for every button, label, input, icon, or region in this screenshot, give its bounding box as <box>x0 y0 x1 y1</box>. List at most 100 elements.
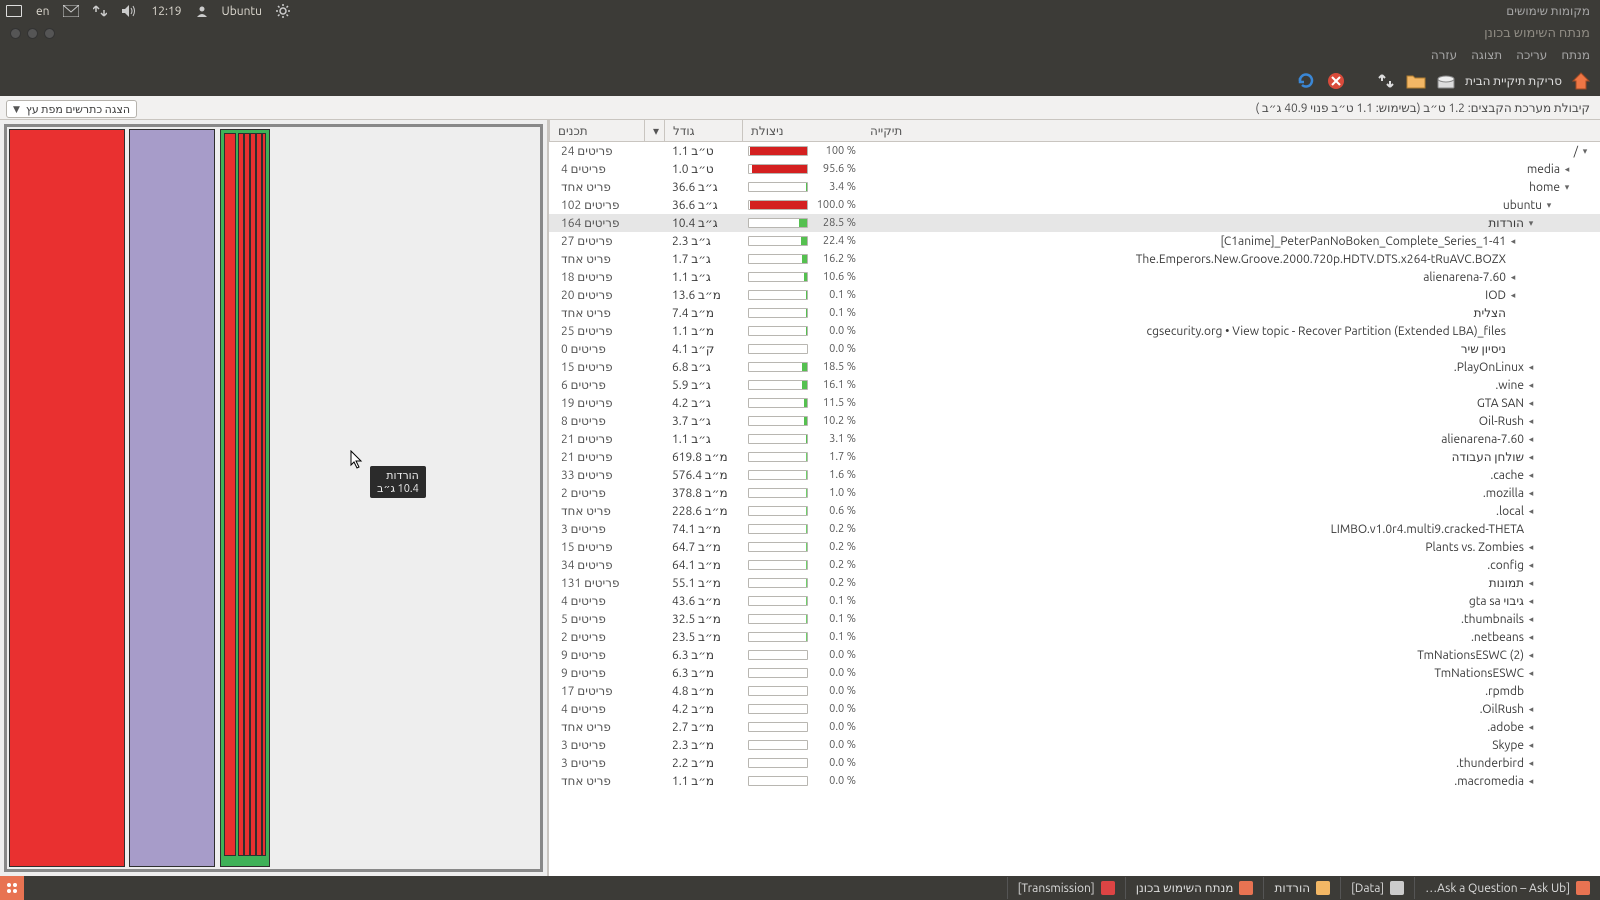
tree-row[interactable]: ◂.thunderbird0.0 %2.2 מ״ב3 פריטים <box>549 754 1600 772</box>
tree-row[interactable]: ◂.config0.2 %64.1 מ״ב34 פריטים <box>549 556 1600 574</box>
tree-row[interactable]: ◂TmNationsESWC0.0 %6.3 מ״ב9 פריטים <box>549 664 1600 682</box>
expand-arrow-icon[interactable]: ▾ <box>1526 218 1536 229</box>
tree-row[interactable]: The.Emperors.New.Groove.2000.720p.HDTV.D… <box>549 250 1600 268</box>
expand-arrow-icon[interactable]: ◂ <box>1526 758 1536 769</box>
tree-row[interactable]: .rpmdb0.0 %4.8 מ״ב17 פריטים <box>549 682 1600 700</box>
expand-arrow-icon[interactable]: ◂ <box>1526 542 1536 553</box>
tree-row[interactable]: ◂.wine16.1 %5.9 ג״ב6 פריטים <box>549 376 1600 394</box>
tree-row[interactable]: ◂Oil-Rush10.2 %3.7 ג״ב8 פריטים <box>549 412 1600 430</box>
tree-row[interactable]: ◂.local0.6 %228.6 מ״בפריט אחד <box>549 502 1600 520</box>
tree-row[interactable]: ◂[C1anime]_PeterPanNoBoken_Complete_Seri… <box>549 232 1600 250</box>
expand-arrow-icon[interactable]: ◂ <box>1526 704 1536 715</box>
gear-icon[interactable] <box>276 4 290 18</box>
expand-arrow-icon[interactable]: ◂ <box>1526 452 1536 463</box>
expand-arrow-icon[interactable]: ◂ <box>1526 488 1536 499</box>
col-util[interactable]: ניצולת <box>742 120 862 141</box>
expand-arrow-icon[interactable]: ◂ <box>1526 362 1536 373</box>
menu-view[interactable]: תצוגה <box>1471 48 1502 62</box>
tree-row[interactable]: ◂.adobe0.0 %2.7 מ״בפריט אחד <box>549 718 1600 736</box>
expand-arrow-icon[interactable]: ◂ <box>1526 560 1536 571</box>
expand-arrow-icon[interactable]: ◂ <box>1526 596 1536 607</box>
expand-arrow-icon[interactable]: ◂ <box>1508 290 1518 301</box>
user-name[interactable]: Ubuntu <box>222 5 263 18</box>
clock[interactable]: 12:19 <box>151 5 181 18</box>
taskbar-tab[interactable]: [Data] <box>1340 877 1414 899</box>
expand-arrow-icon[interactable]: ▾ <box>1580 146 1590 157</box>
treemap-block-media[interactable] <box>9 129 125 867</box>
taskbar-tab[interactable]: [Ask a Question – Ask Ub… <box>1414 877 1600 899</box>
tree-row[interactable]: ◂.netbeans0.1 %23.5 מ״ב2 פריטים <box>549 628 1600 646</box>
treemap-subblock[interactable] <box>224 133 236 856</box>
expand-arrow-icon[interactable]: ▾ <box>1562 182 1572 193</box>
menu-help[interactable]: עזרה <box>1431 48 1457 62</box>
tree-row[interactable]: ◂.thumbnails0.1 %32.5 מ״ב5 פריטים <box>549 610 1600 628</box>
launcher-icon[interactable] <box>0 876 24 900</box>
window-max-icon[interactable] <box>10 28 21 39</box>
keyboard-layout-indicator[interactable]: en <box>36 5 49 18</box>
expand-arrow-icon[interactable]: ◂ <box>1562 164 1572 175</box>
expand-arrow-icon[interactable]: ◂ <box>1508 272 1518 283</box>
refresh-icon[interactable] <box>1295 70 1317 92</box>
tree-row[interactable]: ▾home3.4 %36.6 ג״בפריט אחד <box>549 178 1600 196</box>
expand-arrow-icon[interactable]: ◂ <box>1526 380 1536 391</box>
tree-row[interactable]: ◂gta sa גיבוי0.1 %43.6 מ״ב4 פריטים <box>549 592 1600 610</box>
expand-arrow-icon[interactable]: ◂ <box>1526 398 1536 409</box>
tree-row[interactable]: ◂Plants vs. Zombies0.2 %64.7 מ״ב15 פריטי… <box>549 538 1600 556</box>
taskbar-tab[interactable]: מנתח השימוש בכונן <box>1125 877 1264 899</box>
tree-row[interactable]: ▾ubuntu100.0 %36.6 ג״ב102 פריטים <box>549 196 1600 214</box>
stop-icon[interactable] <box>1325 70 1347 92</box>
tree-row[interactable]: ◂media95.6 %1.0 ט״ב4 פריטים <box>549 160 1600 178</box>
tree-row[interactable]: ◂.macromedia0.0 %1.1 מ״בפריט אחד <box>549 772 1600 790</box>
home-icon[interactable] <box>1570 70 1592 92</box>
expand-arrow-icon[interactable]: ◂ <box>1526 578 1536 589</box>
keyboard-icon[interactable] <box>6 5 22 17</box>
taskbar-tab[interactable]: [Transmission] <box>1007 877 1125 899</box>
user-icon[interactable] <box>196 5 208 17</box>
tree-row[interactable]: cgsecurity.org • View topic - Recover Pa… <box>549 322 1600 340</box>
tree-row[interactable]: ניסיון שיר0.0 %4.1 ק״ב0 פריטים <box>549 340 1600 358</box>
expand-arrow-icon[interactable]: ◂ <box>1526 614 1536 625</box>
col-contents[interactable]: תכנים <box>549 120 644 141</box>
tree-body[interactable]: ▾/100 %1.1 ט״ב24 פריטים◂media95.6 %1.0 ט… <box>549 142 1600 876</box>
tree-row[interactable]: ◂.mozilla1.0 %378.8 מ״ב2 פריטים <box>549 484 1600 502</box>
expand-arrow-icon[interactable]: ◂ <box>1526 740 1536 751</box>
remote-folder-icon[interactable] <box>1375 70 1397 92</box>
tree-row[interactable]: ◂שולחן העבודה1.7 %619.8 מ״ב21 פריטים <box>549 448 1600 466</box>
expand-arrow-icon[interactable]: ◂ <box>1526 434 1536 445</box>
hdd-icon[interactable] <box>1435 70 1457 92</box>
window-min-icon[interactable] <box>27 28 38 39</box>
treemap-block-other[interactable] <box>129 129 215 867</box>
taskbar-tab[interactable]: הורדות <box>1263 877 1340 899</box>
expand-arrow-icon[interactable]: ◂ <box>1508 236 1518 247</box>
folder-icon[interactable] <box>1405 70 1427 92</box>
expand-arrow-icon[interactable]: ◂ <box>1526 416 1536 427</box>
tree-row[interactable]: ◂.PlayOnLinux18.5 %6.8 ג״ב15 פריטים <box>549 358 1600 376</box>
tree-row[interactable]: ◂TmNationsESWC (2)0.0 %6.3 מ״ב9 פריטים <box>549 646 1600 664</box>
expand-arrow-icon[interactable]: ◂ <box>1526 632 1536 643</box>
tree-row[interactable]: ▾הורדות28.5 %10.4 ג״ב164 פריטים <box>549 214 1600 232</box>
tree-row[interactable]: ◂.OilRush0.0 %4.2 מ״ב4 פריטים <box>549 700 1600 718</box>
activities-label[interactable]: מקומות שימושים <box>1506 4 1600 18</box>
tree-row[interactable]: הצלית0.1 %7.4 מ״בפריט אחד <box>549 304 1600 322</box>
tree-row[interactable]: LIMBO.v1.0r4.multi9.cracked-THETA0.2 %74… <box>549 520 1600 538</box>
tree-row[interactable]: ◂IOD0.1 %13.6 מ״ב20 פריטים <box>549 286 1600 304</box>
tree-row[interactable]: ▾/100 %1.1 ט״ב24 פריטים <box>549 142 1600 160</box>
menu-edit[interactable]: עריכה <box>1516 48 1547 62</box>
col-sort-indicator[interactable]: ▾ <box>644 120 664 141</box>
expand-arrow-icon[interactable]: ◂ <box>1526 722 1536 733</box>
treemap-pane[interactable]: הורדות 10.4 ג״ב <box>0 120 548 876</box>
mail-icon[interactable] <box>63 5 79 17</box>
network-icon[interactable] <box>93 4 107 18</box>
expand-arrow-icon[interactable]: ◂ <box>1526 506 1536 517</box>
chart-view-dropdown[interactable]: הצגה כתרשים מפת עץ ▼ <box>6 100 137 118</box>
tree-row[interactable]: ◂תמונות0.2 %55.1 מ״ב131 פריטים <box>549 574 1600 592</box>
volume-icon[interactable] <box>121 4 137 18</box>
tree-row[interactable]: ◂Skype0.0 %2.3 מ״ב3 פריטים <box>549 736 1600 754</box>
tree-row[interactable]: ◂GTA SAN11.5 %4.2 ג״ב19 פריטים <box>549 394 1600 412</box>
expand-arrow-icon[interactable]: ◂ <box>1526 776 1536 787</box>
expand-arrow-icon[interactable]: ◂ <box>1526 470 1536 481</box>
tree-row[interactable]: ◂alienarena-7.603.1 %1.1 ג״ב21 פריטים <box>549 430 1600 448</box>
tree-row[interactable]: ◂.cache1.6 %576.4 מ״ב33 פריטים <box>549 466 1600 484</box>
window-close-icon[interactable] <box>44 28 55 39</box>
col-size[interactable]: גודל <box>664 120 742 141</box>
